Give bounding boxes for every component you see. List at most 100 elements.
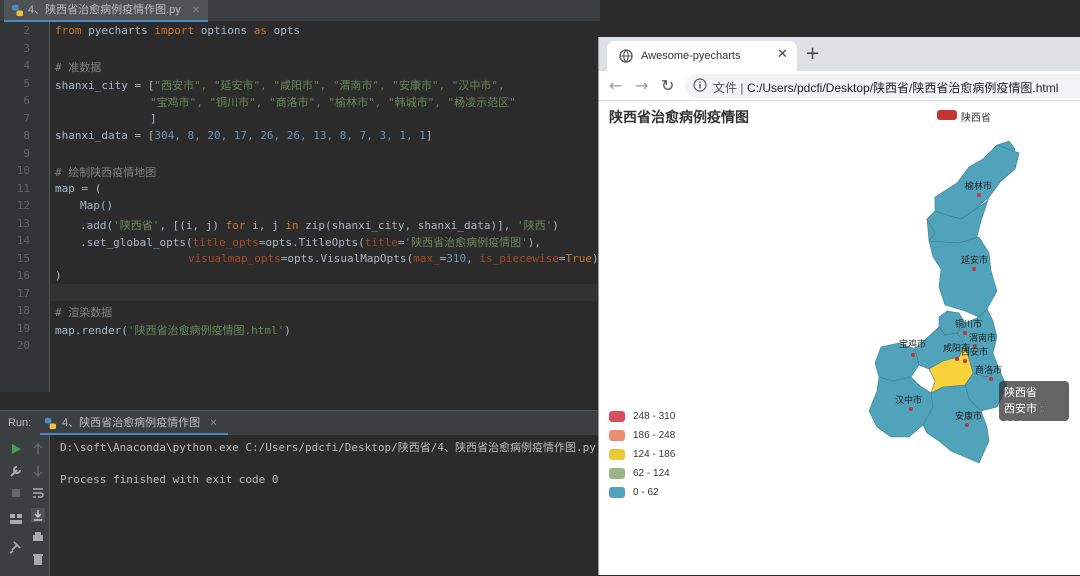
close-tab-icon[interactable]: ✕ bbox=[777, 47, 788, 62]
code-line: map = ( bbox=[55, 182, 102, 195]
city-label: 延安市 bbox=[961, 254, 988, 265]
url-text: C:/Users/pdcfi/Desktop/陕西省/陕西省治愈病例疫情图.ht… bbox=[747, 81, 1059, 95]
arrow-up-icon[interactable] bbox=[30, 441, 46, 457]
line-number: 16 bbox=[16, 269, 30, 282]
city-label: 汉中市 bbox=[895, 394, 922, 405]
visualmap-label: 248 - 310 bbox=[633, 411, 676, 422]
close-tab-icon[interactable]: ✕ bbox=[192, 5, 200, 16]
line-number: 11 bbox=[16, 181, 30, 195]
run-status-output: Process finished with exit code 0 bbox=[60, 473, 279, 486]
city-label: 宝鸡市 bbox=[899, 338, 926, 349]
city-marker bbox=[972, 267, 976, 271]
visualmap-swatch bbox=[609, 449, 625, 460]
city-label: 渭南市 bbox=[969, 332, 996, 343]
line-number: 7 bbox=[23, 111, 30, 125]
code-line: shanxi_city = ["西安市", "延安市", "咸阳市", "渭南市… bbox=[55, 79, 505, 92]
line-number: 6 bbox=[23, 94, 30, 107]
code-line: # 渲染数据 bbox=[55, 306, 113, 319]
run-tab[interactable]: 4、陕西省治愈病例疫情作图 ✕ bbox=[40, 411, 228, 435]
map-tooltip: 陕西省 西安市 : 304 bbox=[999, 381, 1069, 431]
code-line: .set_global_opts(title_opts=opts.TitleOp… bbox=[80, 236, 542, 249]
code-editor[interactable]: 2 3 4 5 6 7 8 9 10 11 12 13 14 15 16 17 18 19 20 from pyec… bbox=[0, 22, 605, 392]
legend-label: 陕西省 bbox=[961, 113, 991, 124]
line-number: 20 bbox=[16, 339, 30, 352]
run-command-output: D:\soft\Anaconda\python.exe C:/Users/pdc… bbox=[60, 441, 596, 454]
code-line: .add('陕西省', [(i, j) for i, j in zip(shan… bbox=[80, 219, 559, 232]
browser-tab-title: Awesome-pyecharts bbox=[641, 50, 741, 62]
legend-swatch bbox=[937, 110, 957, 120]
line-number: 13 bbox=[16, 216, 30, 230]
editor-tab[interactable]: 4、陕西省治愈病例疫情作图.py ✕ bbox=[4, 0, 209, 22]
visualmap-swatch bbox=[609, 487, 625, 498]
line-number: 14 bbox=[16, 234, 30, 247]
editor-tab-title: 4、陕西省治愈病例疫情作图.py bbox=[28, 4, 181, 16]
forward-button[interactable]: → bbox=[635, 76, 648, 95]
print-icon[interactable] bbox=[30, 529, 46, 545]
city-marker bbox=[977, 193, 981, 197]
browser-window: Awesome-pyecharts ✕ + ← → ↻ 文件 | C:/User… bbox=[598, 37, 1080, 575]
line-number: 8 bbox=[23, 129, 30, 142]
line-number: 15 bbox=[16, 251, 30, 265]
soft-wrap-icon[interactable] bbox=[30, 485, 46, 501]
run-panel: Run: 4、陕西省治愈病例疫情作图 ✕ D:\soft\Anaconda\py… bbox=[0, 410, 600, 576]
code-line: map.render('陕西省治愈病例疫情图.html') bbox=[55, 324, 291, 337]
line-number: 2 bbox=[23, 24, 30, 37]
back-button[interactable]: ← bbox=[609, 76, 622, 95]
city-marker bbox=[963, 359, 967, 363]
visualmap-label: 62 - 124 bbox=[633, 468, 670, 479]
run-tab-title: 4、陕西省治愈病例疫情作图 bbox=[62, 417, 201, 429]
line-number: 5 bbox=[23, 76, 30, 90]
tooltip-value: 西安市 : 304 bbox=[1004, 403, 1044, 431]
trash-icon[interactable] bbox=[30, 551, 46, 567]
visualmap-label: 0 - 62 bbox=[633, 487, 659, 498]
browser-tab-strip: Awesome-pyecharts ✕ + bbox=[599, 37, 1080, 71]
city-label: 商洛市 bbox=[975, 364, 1002, 375]
close-run-tab-icon[interactable]: ✕ bbox=[209, 418, 217, 429]
line-number: 12 bbox=[16, 199, 30, 212]
chart-title: 陕西省治愈病例疫情图 bbox=[609, 109, 749, 125]
layout-icon[interactable] bbox=[8, 511, 24, 527]
code-line: ] bbox=[150, 112, 157, 125]
code-line: visualmap_opts=opts.VisualMapOpts(max_=3… bbox=[188, 252, 605, 265]
code-line: ) bbox=[55, 269, 62, 282]
reload-button[interactable]: ↻ bbox=[661, 76, 674, 95]
code-line: from pyecharts import options as opts bbox=[55, 24, 301, 37]
city-marker bbox=[955, 357, 959, 361]
city-marker bbox=[963, 331, 967, 335]
visualmap-swatch bbox=[609, 411, 625, 422]
new-tab-button[interactable]: + bbox=[805, 43, 820, 64]
city-marker bbox=[911, 353, 915, 357]
line-number: 3 bbox=[23, 41, 30, 55]
info-icon bbox=[693, 78, 707, 92]
code-line: shanxi_data = [304, 8, 20, 17, 26, 26, 1… bbox=[55, 129, 433, 142]
python-file-icon bbox=[11, 4, 24, 17]
code-line: # 绘制陕西疫情地图 bbox=[55, 166, 157, 179]
city-label: 安康市 bbox=[955, 410, 982, 421]
pin-icon[interactable] bbox=[8, 539, 24, 555]
browser-toolbar: ← → ↻ 文件 | C:/Users/pdcfi/Desktop/陕西省/陕西… bbox=[599, 71, 1080, 101]
code-line: # 准数据 bbox=[55, 61, 102, 74]
current-line-highlight bbox=[51, 284, 600, 301]
address-bar[interactable]: 文件 | C:/Users/pdcfi/Desktop/陕西省/陕西省治愈病例疫… bbox=[685, 74, 1080, 98]
run-header: Run: 4、陕西省治愈病例疫情作图 ✕ bbox=[0, 411, 600, 435]
arrow-down-icon[interactable] bbox=[30, 463, 46, 479]
browser-tab[interactable]: Awesome-pyecharts ✕ bbox=[607, 41, 797, 71]
url-scheme-label: 文件 | bbox=[713, 81, 744, 95]
line-number: 19 bbox=[16, 321, 30, 335]
editor-tab-bar: 4、陕西省治愈病例疫情作图.py ✕ bbox=[0, 0, 600, 22]
stop-icon[interactable] bbox=[8, 485, 24, 501]
wrench-icon[interactable] bbox=[8, 463, 24, 479]
page-content: 陕西省治愈病例疫情图 陕西省 248 - 310 186 - 248 124 -… bbox=[599, 101, 1080, 575]
city-label: 榆林市 bbox=[965, 180, 992, 191]
scroll-to-end-icon[interactable] bbox=[30, 507, 46, 523]
visualmap-label: 186 - 248 bbox=[633, 430, 676, 441]
run-toolbar bbox=[0, 435, 50, 576]
rerun-icon[interactable] bbox=[8, 441, 24, 457]
city-marker bbox=[909, 407, 913, 411]
city-label: 西安市 bbox=[961, 346, 988, 357]
code-line: Map() bbox=[80, 199, 114, 212]
visualmap-label: 124 - 186 bbox=[633, 449, 676, 460]
city-marker bbox=[989, 377, 993, 381]
map-region-hanzhong bbox=[869, 376, 934, 438]
line-number: 9 bbox=[23, 146, 30, 160]
